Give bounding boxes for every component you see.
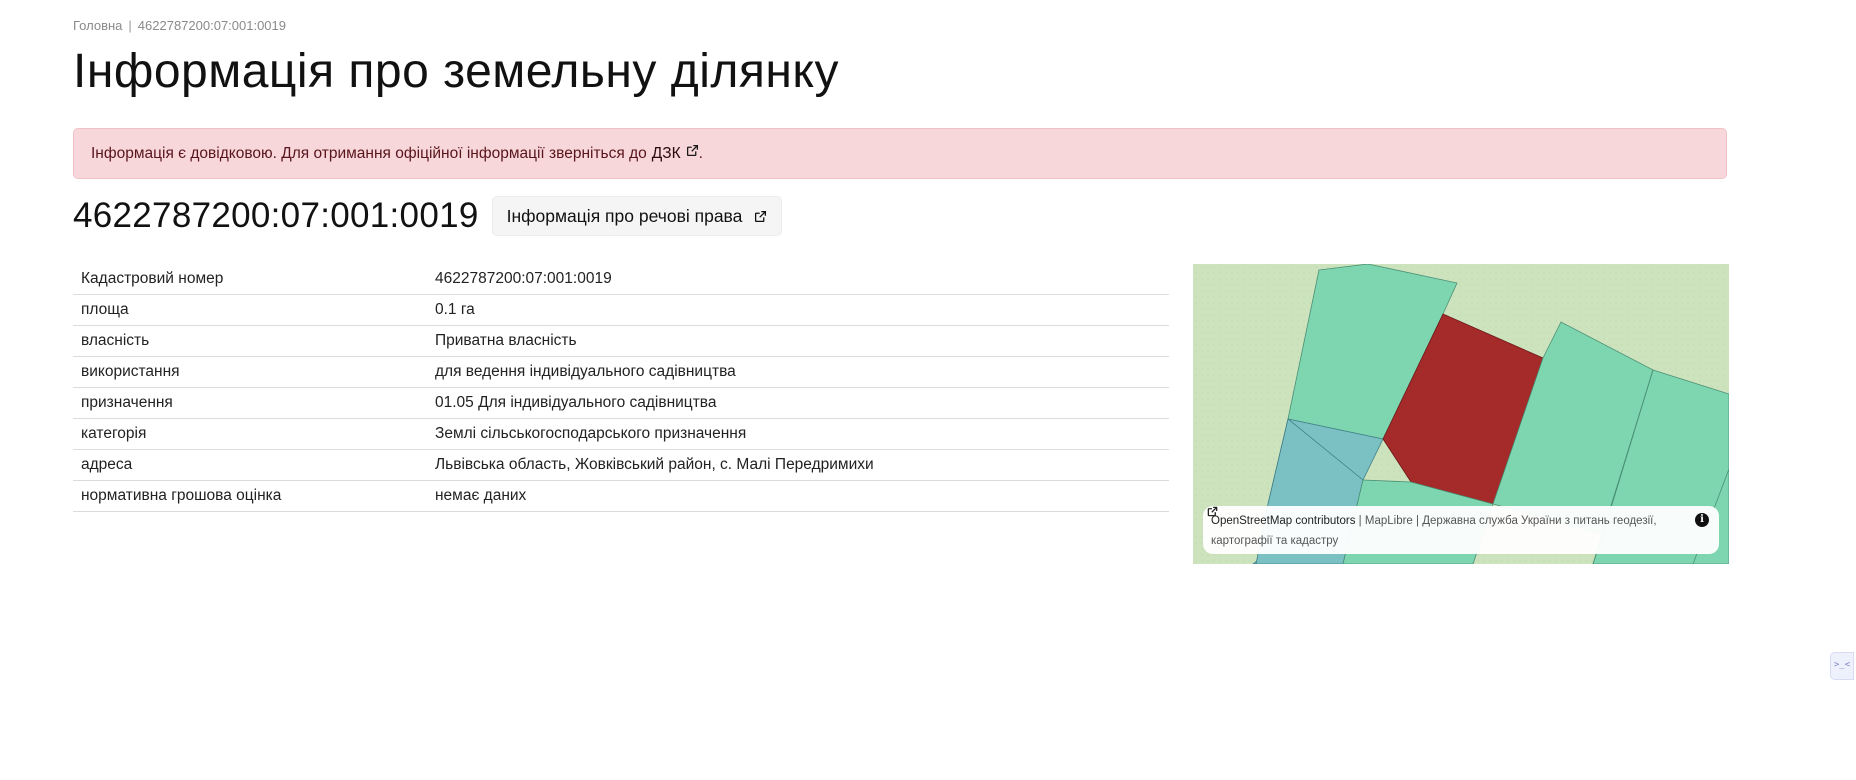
breadcrumb-separator: |: [128, 18, 132, 33]
dzk-link-label: ДЗК: [651, 145, 681, 162]
table-row: власність Приватна власність: [73, 325, 1169, 357]
table-row: площа 0.1 га: [73, 294, 1169, 326]
table-row: адреса Львівська область, Жовківський рай…: [73, 449, 1169, 481]
rights-info-button-label: Інформація про речові права: [506, 205, 743, 226]
maplibre-link[interactable]: MapLibre: [1207, 506, 1413, 527]
maplibre-link-label: MapLibre: [1364, 515, 1413, 527]
table-row: використання для ведення індивідуального …: [73, 356, 1169, 388]
property-value: 0.1 га: [427, 294, 1169, 326]
property-value: немає даних: [427, 480, 1169, 512]
table-row: нормативна грошова оцінка немає даних: [73, 480, 1169, 512]
property-value: 01.05 Для індивідуального садівництва: [427, 387, 1169, 419]
property-key: площа: [73, 294, 427, 326]
dzk-link[interactable]: ДЗК: [652, 144, 699, 163]
external-link-icon: [755, 210, 767, 222]
table-row: категорія Землі сільськогосподарського пр…: [73, 418, 1169, 450]
property-key: нормативна грошова оцінка: [73, 480, 427, 512]
property-key: категорія: [73, 418, 427, 450]
property-value: 4622787200:07:001:0019: [427, 264, 1169, 295]
breadcrumb: Головна | 4622787200:07:001:0019: [73, 18, 286, 33]
alert-text: Інформація є довідковою. Для отримання о…: [91, 144, 647, 162]
table-row: призначення 01.05 Для індивідуального сад…: [73, 387, 1169, 419]
external-link-icon: [1207, 506, 1218, 517]
parcel-heading: 4622787200:07:001:0019 Інформація про ре…: [73, 196, 783, 236]
assistant-icon[interactable]: >_<: [1830, 652, 1854, 680]
parcel-number: 4622787200:07:001:0019: [73, 196, 479, 235]
property-value: Львівська область, Жовківський район, с.…: [427, 449, 1169, 481]
property-value: Землі сільськогосподарського призначення: [427, 418, 1169, 450]
breadcrumb-current: 4622787200:07:001:0019: [137, 18, 287, 33]
info-icon[interactable]: i: [1695, 513, 1709, 527]
parcel-map[interactable]: OpenStreetMap contributors | MapLibre | …: [1193, 264, 1729, 564]
attribution-separator: |: [1416, 515, 1420, 527]
external-link-icon: [686, 144, 698, 157]
rights-info-button[interactable]: Інформація про речові права: [491, 196, 783, 236]
property-key: власність: [73, 325, 427, 357]
property-key: використання: [73, 356, 427, 388]
alert-suffix: .: [698, 144, 703, 162]
property-key: Кадастровий номер: [73, 264, 427, 295]
parcel-properties-table: Кадастровий номер 4622787200:07:001:0019 …: [73, 264, 1169, 512]
page-title: Інформація про земельну ділянку: [73, 45, 839, 98]
property-key: адреса: [73, 449, 427, 481]
attribution-separator: |: [1358, 515, 1362, 527]
osm-attribution-link[interactable]: OpenStreetMap contributors: [1211, 515, 1355, 527]
map-attribution: OpenStreetMap contributors | MapLibre | …: [1203, 506, 1719, 554]
property-value: для ведення індивідуального садівництва: [427, 356, 1169, 388]
property-value: Приватна власність: [427, 325, 1169, 357]
info-alert: Інформація є довідковою. Для отримання о…: [73, 128, 1727, 179]
property-key: призначення: [73, 387, 427, 419]
table-row: Кадастровий номер 4622787200:07:001:0019: [73, 264, 1169, 295]
breadcrumb-home-link[interactable]: Головна: [73, 18, 122, 33]
